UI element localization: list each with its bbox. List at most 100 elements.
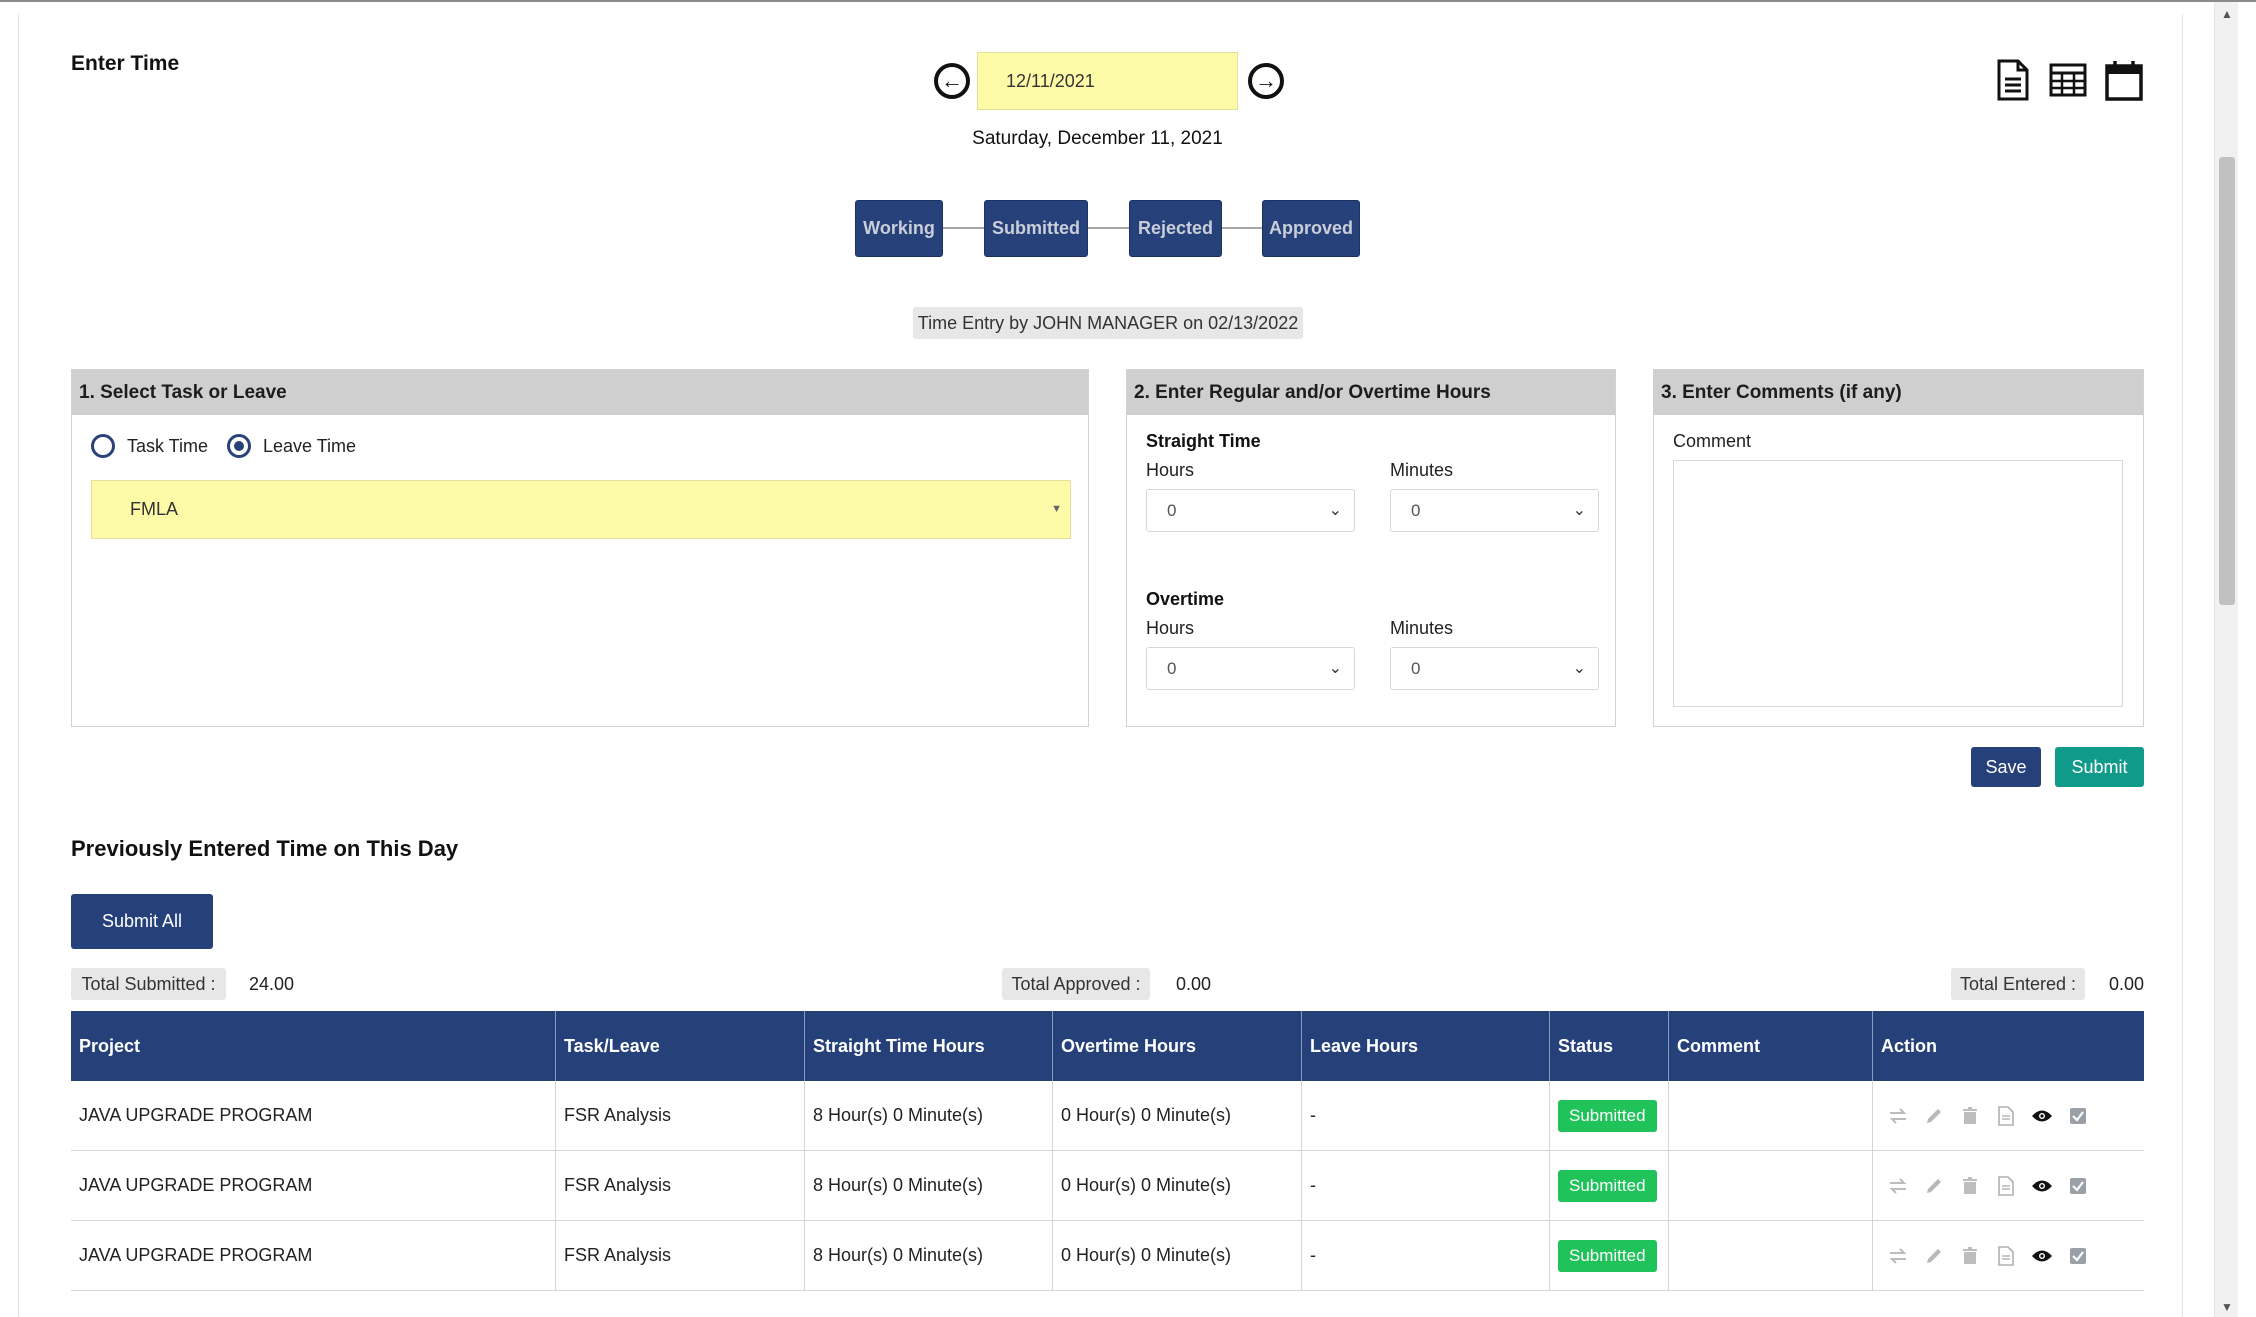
comments-panel: 3. Enter Comments (if any) Comment [1653, 369, 2144, 727]
delete-icon[interactable] [1959, 1175, 1981, 1197]
delete-icon[interactable] [1959, 1245, 1981, 1267]
chevron-down-icon: ⌄ [1328, 660, 1342, 677]
task-time-radio[interactable]: Task Time [91, 434, 208, 458]
overtime-minutes-label: Minutes [1390, 618, 1454, 638]
leave-time-radio[interactable]: Leave Time [227, 434, 356, 458]
action-cell [1873, 1081, 2144, 1150]
leave-time-label: Leave Time [263, 435, 357, 456]
hours-panel-heading: 2. Enter Regular and/or Overtime Hours [1127, 370, 1615, 415]
straight-cell: 8 Hour(s) 0 Minute(s) [805, 1081, 1053, 1150]
straight-hours-value: 0 [1167, 501, 1177, 520]
straight-minutes-value: 0 [1411, 501, 1421, 520]
straight-hours-select[interactable]: 0 ⌄ [1146, 489, 1355, 532]
approve-checkbox-icon[interactable] [2067, 1245, 2089, 1267]
edit-icon[interactable] [1923, 1245, 1945, 1267]
chevron-down-icon: ⌄ [1572, 502, 1586, 519]
straight-minutes-select[interactable]: 0 ⌄ [1390, 489, 1599, 532]
approve-checkbox-icon[interactable] [2067, 1105, 2089, 1127]
grid-icon[interactable] [2048, 58, 2088, 102]
prev-date-arrow-icon[interactable]: ← [934, 63, 970, 99]
hours-panel: 2. Enter Regular and/or Overtime Hours S… [1126, 369, 1616, 727]
total-submitted-label: Total Submitted : [71, 968, 226, 1000]
view-icon[interactable] [2031, 1245, 2053, 1267]
time-entry-info-badge: Time Entry by JOHN MANAGER on 02/13/2022 [913, 307, 1303, 339]
scroll-up-arrow-icon[interactable]: ▲ [2215, 6, 2239, 22]
step-submitted: Submitted [984, 200, 1088, 257]
save-button[interactable]: Save [1971, 747, 2041, 787]
action-cell [1873, 1221, 2144, 1290]
overtime-minutes-value: 0 [1411, 659, 1421, 678]
straight-cell: 8 Hour(s) 0 Minute(s) [805, 1221, 1053, 1290]
scrollbar-thumb[interactable] [2219, 157, 2235, 605]
column-header-overtime: Overtime Hours [1053, 1011, 1302, 1081]
transfer-icon[interactable] [1887, 1245, 1909, 1267]
transfer-icon[interactable] [1887, 1105, 1909, 1127]
table-header-row: Project Task/Leave Straight Time Hours O… [71, 1011, 2144, 1081]
previous-time-section-title: Previously Entered Time on This Day [71, 836, 459, 861]
total-approved-label: Total Approved : [1002, 968, 1150, 1000]
document-icon[interactable] [1995, 1175, 2017, 1197]
comment-textarea[interactable] [1673, 460, 2123, 707]
overtime-hours-select[interactable]: 0 ⌄ [1146, 647, 1355, 690]
column-header-straight: Straight Time Hours [805, 1011, 1053, 1081]
radio-unchecked-icon [91, 434, 115, 458]
submit-button[interactable]: Submit [2055, 747, 2144, 787]
scroll-down-arrow-icon[interactable]: ▼ [2215, 1299, 2239, 1315]
comment-cell [1669, 1081, 1873, 1150]
transfer-icon[interactable] [1887, 1175, 1909, 1197]
straight-cell: 8 Hour(s) 0 Minute(s) [805, 1151, 1053, 1220]
leave-type-select[interactable]: FMLA ▼ [91, 480, 1071, 539]
step-working: Working [855, 200, 943, 257]
document-icon[interactable] [1993, 58, 2033, 102]
radio-checked-icon [227, 434, 251, 458]
status-badge: Submitted [1558, 1099, 1657, 1132]
chevron-down-icon: ⌄ [1328, 502, 1342, 519]
document-icon[interactable] [1995, 1105, 2017, 1127]
overtime-hours-value: 0 [1167, 659, 1177, 678]
vertical-scrollbar[interactable]: ▲ ▼ [2214, 2, 2238, 1317]
calendar-icon[interactable] [2104, 58, 2144, 102]
column-header-comment: Comment [1669, 1011, 1873, 1081]
approve-checkbox-icon[interactable] [2067, 1175, 2089, 1197]
leave-cell: - [1302, 1221, 1550, 1290]
view-icon[interactable] [2031, 1175, 2053, 1197]
page-title: Enter Time [71, 52, 180, 75]
project-cell: JAVA UPGRADE PROGRAM [71, 1221, 556, 1290]
step-approved: Approved [1262, 200, 1360, 257]
window-top-border [0, 0, 2256, 2]
straight-time-label: Straight Time [1146, 431, 1261, 451]
column-header-action: Action [1881, 1035, 1937, 1056]
submit-all-button[interactable]: Submit All [71, 894, 213, 949]
leave-cell: - [1302, 1151, 1550, 1220]
task-cell: FSR Analysis [556, 1151, 805, 1220]
task-panel-heading: 1. Select Task or Leave [72, 370, 1088, 415]
task-time-label: Task Time [127, 435, 209, 456]
total-entered-value: 0.00 [2109, 974, 2145, 994]
date-input[interactable]: 12/11/2021 [977, 52, 1238, 110]
overtime-cell: 0 Hour(s) 0 Minute(s) [1053, 1081, 1302, 1150]
edit-icon[interactable] [1923, 1175, 1945, 1197]
column-header-status: Status [1550, 1011, 1669, 1081]
document-icon[interactable] [1995, 1245, 2017, 1267]
column-header-leave: Leave Hours [1302, 1011, 1550, 1081]
chevron-down-icon: ⌄ [1572, 660, 1586, 677]
overtime-hours-label: Hours [1146, 618, 1195, 638]
status-cell: Submitted [1550, 1151, 1669, 1220]
task-cell: FSR Analysis [556, 1081, 805, 1150]
comment-cell [1669, 1151, 1873, 1220]
status-cell: Submitted [1550, 1221, 1669, 1290]
column-header-task: Task/Leave [556, 1011, 805, 1081]
status-cell: Submitted [1550, 1081, 1669, 1150]
overtime-minutes-select[interactable]: 0 ⌄ [1390, 647, 1599, 690]
status-badge: Submitted [1558, 1169, 1657, 1202]
straight-minutes-label: Minutes [1390, 460, 1454, 480]
action-cell [1873, 1151, 2144, 1220]
comment-label: Comment [1673, 431, 1752, 451]
edit-icon[interactable] [1923, 1105, 1945, 1127]
view-icon[interactable] [2031, 1105, 2053, 1127]
delete-icon[interactable] [1959, 1105, 1981, 1127]
overtime-cell: 0 Hour(s) 0 Minute(s) [1053, 1151, 1302, 1220]
total-entered-label: Total Entered : [1951, 968, 2085, 1000]
next-date-arrow-icon[interactable]: → [1248, 63, 1284, 99]
total-approved-value: 0.00 [1176, 974, 1212, 994]
